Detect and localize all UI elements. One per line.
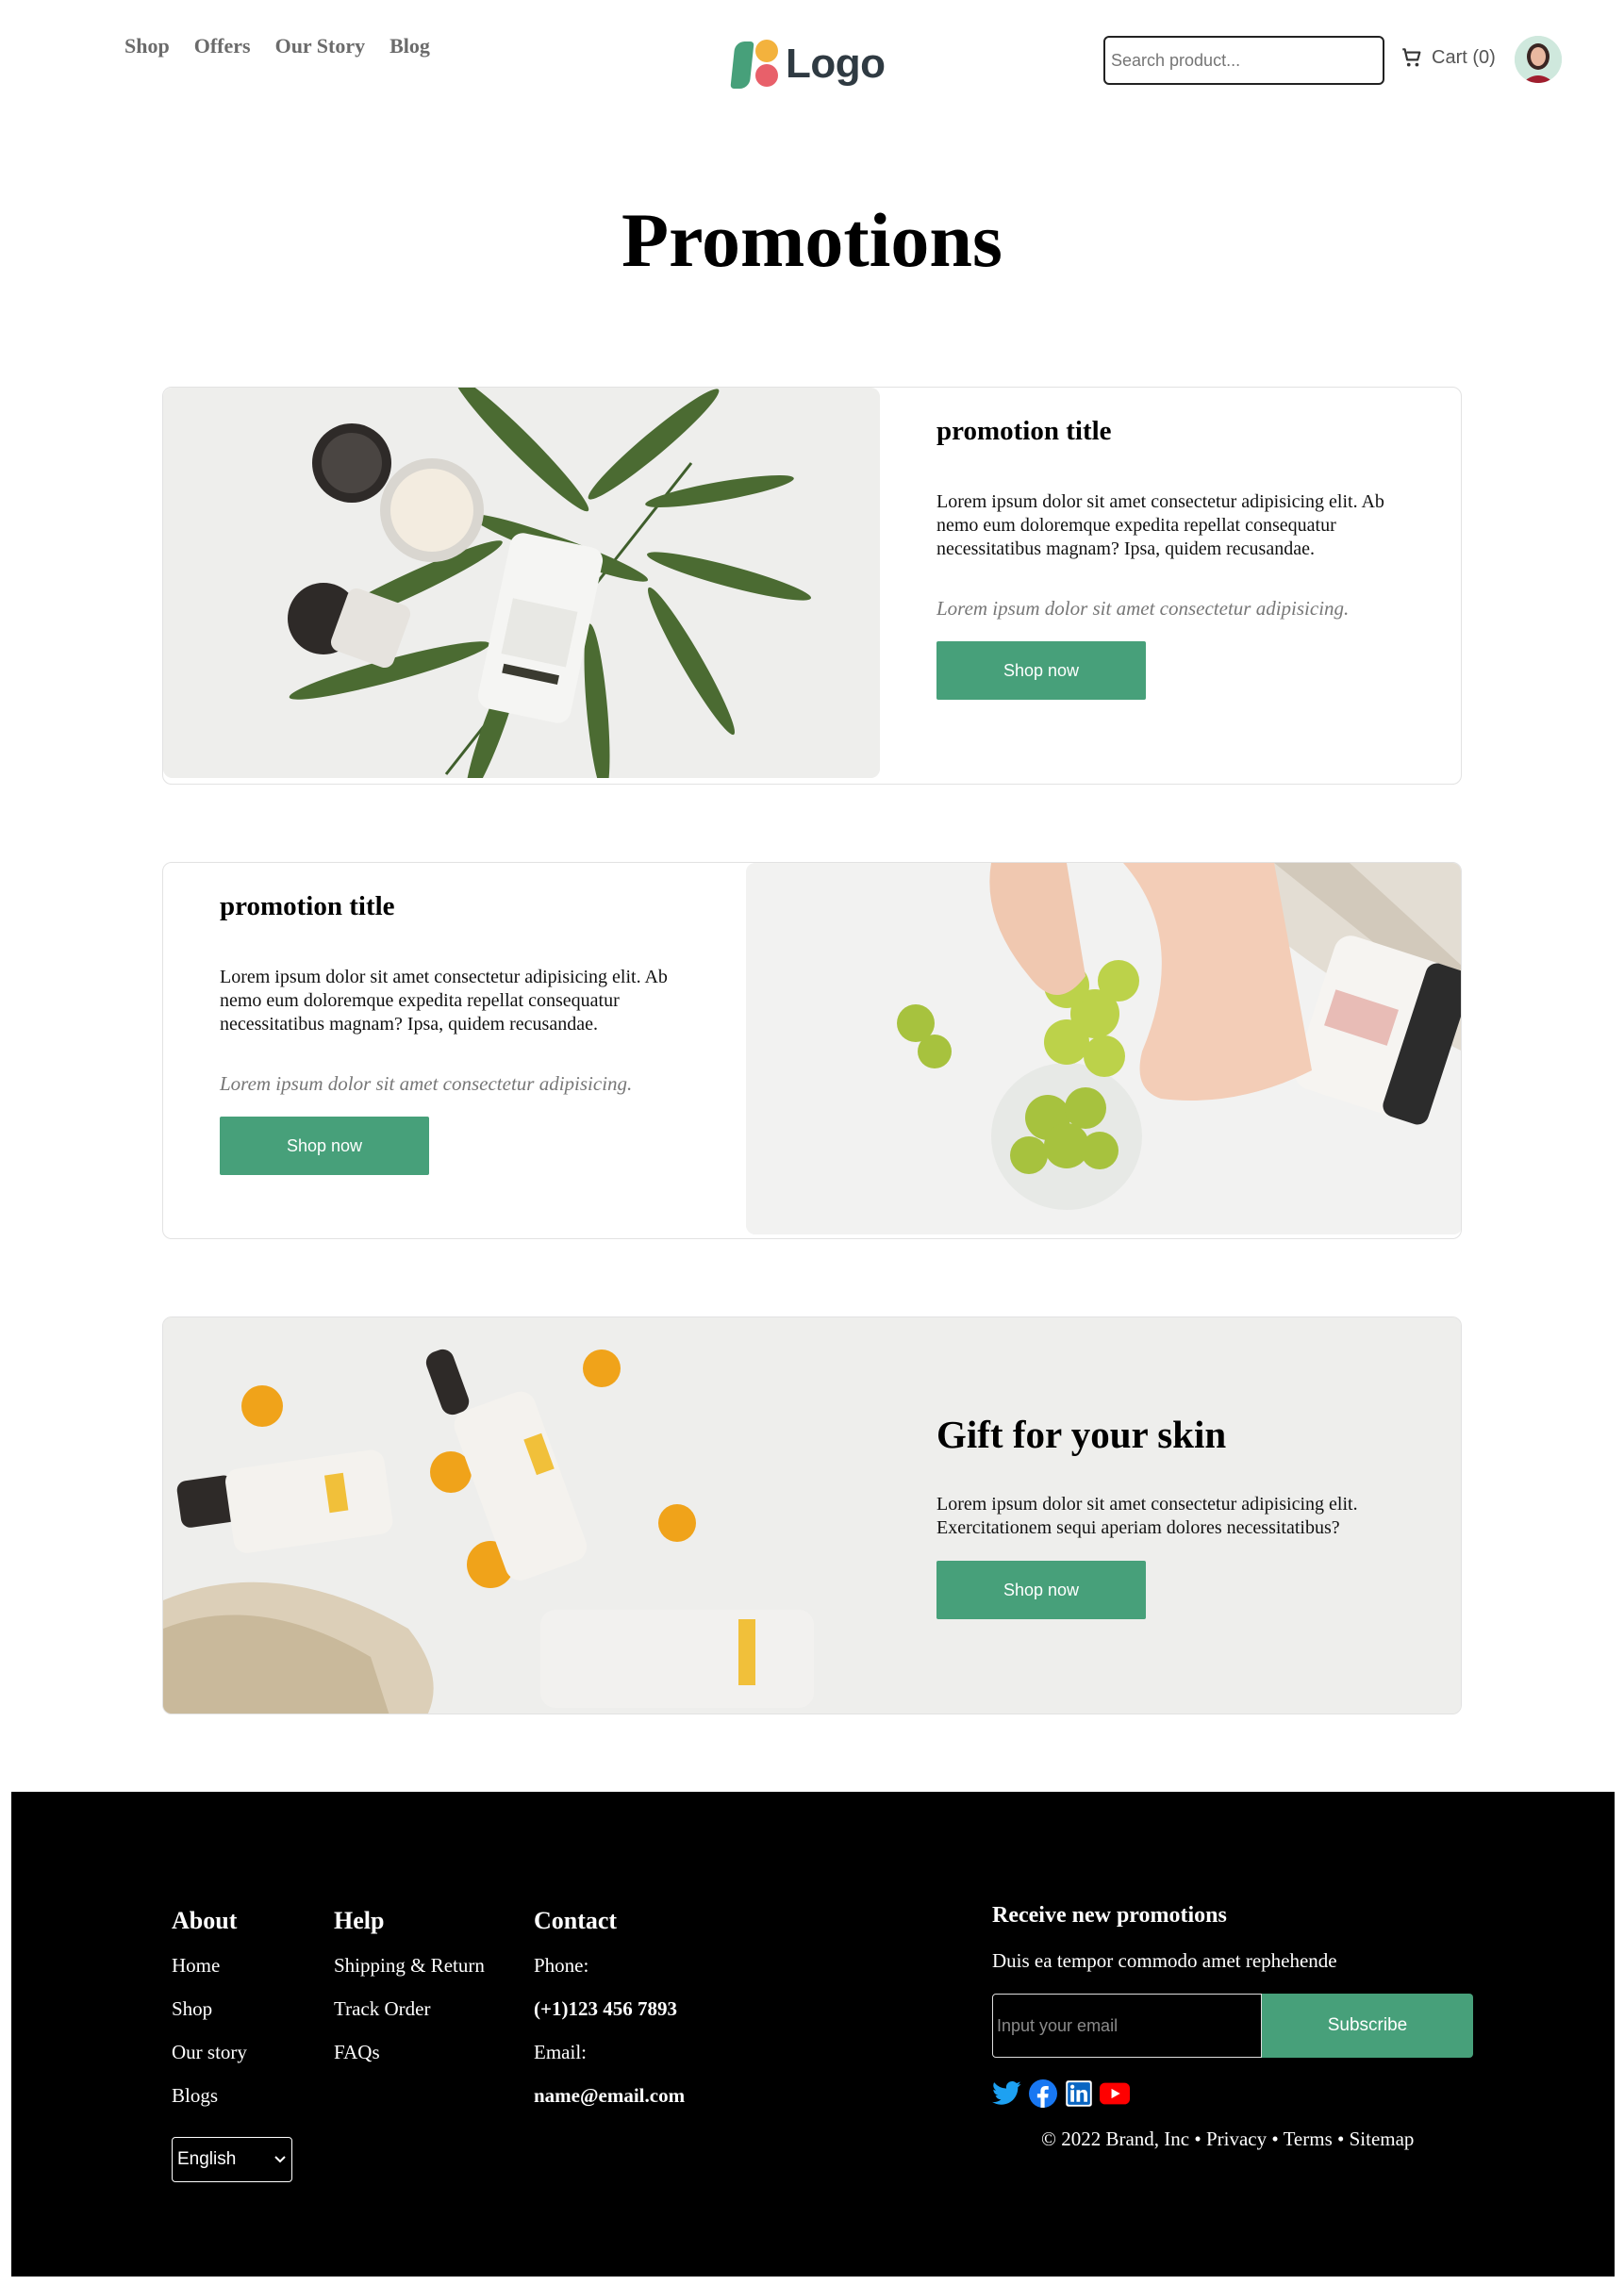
footer-heading: About [172,1907,238,1934]
promo-card: promotion title Lorem ipsum dolor sit am… [162,862,1462,1239]
promo-note: Lorem ipsum dolor sit amet consectetur a… [936,597,1350,620]
cart-label: Cart (0) [1432,46,1496,68]
gift-description: Lorem ipsum dolor sit amet consectetur a… [936,1494,1358,1538]
footer-link-shop[interactable]: Shop [172,1997,247,2020]
promo-content: promotion title Lorem ipsum dolor sit am… [220,891,710,1175]
footer-about: About Home Shop Our story Blogs [172,1907,247,2128]
youtube-icon[interactable] [1100,2078,1130,2109]
phone-number[interactable]: (+1)123 456 7893 [534,1997,685,2020]
footer-contact: Contact Phone: (+1)123 456 7893 Email: n… [534,1907,685,2128]
shop-now-button[interactable]: Shop now [220,1117,429,1175]
footer-link-blogs[interactable]: Blogs [172,2084,247,2107]
gift-title: Gift for your skin [936,1413,1227,1456]
promo-content: promotion title Lorem ipsum dolor sit am… [936,416,1427,700]
site-header: Shop Offers Our Story Blog Logo Cart (0) [0,0,1624,123]
footer-heading: Contact [534,1907,618,1934]
phone-label: Phone: [534,1954,589,1977]
logo-mark-icon [730,38,780,91]
gift-banner: Gift for your skin Lorem ipsum dolor sit… [162,1316,1462,1714]
footer-link-faqs[interactable]: FAQs [334,2041,485,2063]
copyright-text: © 2022 Brand, Inc • Privacy • Terms • Si… [1041,2128,1415,2150]
email-field[interactable] [992,1994,1262,2058]
nav-blog[interactable]: Blog [389,34,430,58]
cart-icon [1402,48,1421,67]
footer-help: Help Shipping & Return Track Order FAQs [334,1907,485,2084]
promo-image-gummies [746,863,1461,1234]
email-address[interactable]: name@email.com [534,2084,685,2107]
nav-offers[interactable]: Offers [194,34,251,58]
promo-card: promotion title Lorem ipsum dolor sit am… [162,387,1462,785]
page-title: Promotions [621,197,1003,283]
avatar[interactable] [1515,36,1562,83]
brand-logo[interactable]: Logo [730,38,886,91]
gift-content: Gift for your skin Lorem ipsum dolor sit… [936,1412,1427,1619]
chevron-down-icon [274,2156,286,2163]
subscribe-form: Subscribe [992,1994,1473,2058]
logo-text: Logo [786,41,886,87]
cart-button[interactable]: Cart (0) [1400,45,1496,70]
site-footer: About Home Shop Our story Blogs English … [11,1792,1615,2277]
footer-heading: Help [334,1907,385,1934]
social-links [992,2078,1483,2109]
twitter-icon[interactable] [992,2078,1022,2109]
shop-now-button[interactable]: Shop now [936,641,1146,700]
main-nav: Shop Offers Our Story Blog [124,34,430,58]
newsletter: Receive new promotions Duis ea tempor co… [992,1903,1483,2151]
promo-title: promotion title [936,416,1112,446]
promo-description: Lorem ipsum dolor sit amet consectetur a… [936,491,1384,559]
footer-link-home[interactable]: Home [172,1954,247,1977]
promo-title: promotion title [220,891,395,921]
newsletter-heading: Receive new promotions [992,1903,1227,1928]
shop-now-button[interactable]: Shop now [936,1561,1146,1619]
promo-note: Lorem ipsum dolor sit amet consectetur a… [220,1072,633,1095]
promo-image-cosmetics-leaf [163,388,880,778]
language-value: English [177,2149,237,2169]
footer-link-shipping[interactable]: Shipping & Return [334,1954,485,1977]
search-input[interactable] [1103,36,1384,85]
language-select[interactable]: English [172,2137,292,2182]
promo-description: Lorem ipsum dolor sit amet consectetur a… [220,967,668,1035]
linkedin-icon[interactable] [1064,2078,1094,2109]
newsletter-subtext: Duis ea tempor commodo amet rephehende [992,1949,1337,1972]
footer-link-track-order[interactable]: Track Order [334,1997,485,2020]
facebook-icon[interactable] [1028,2078,1058,2109]
nav-our-story[interactable]: Our Story [275,34,366,58]
subscribe-button[interactable]: Subscribe [1262,1994,1473,2058]
email-label: Email: [534,2041,587,2063]
footer-link-our-story[interactable]: Our story [172,2041,247,2063]
nav-shop[interactable]: Shop [124,34,170,58]
